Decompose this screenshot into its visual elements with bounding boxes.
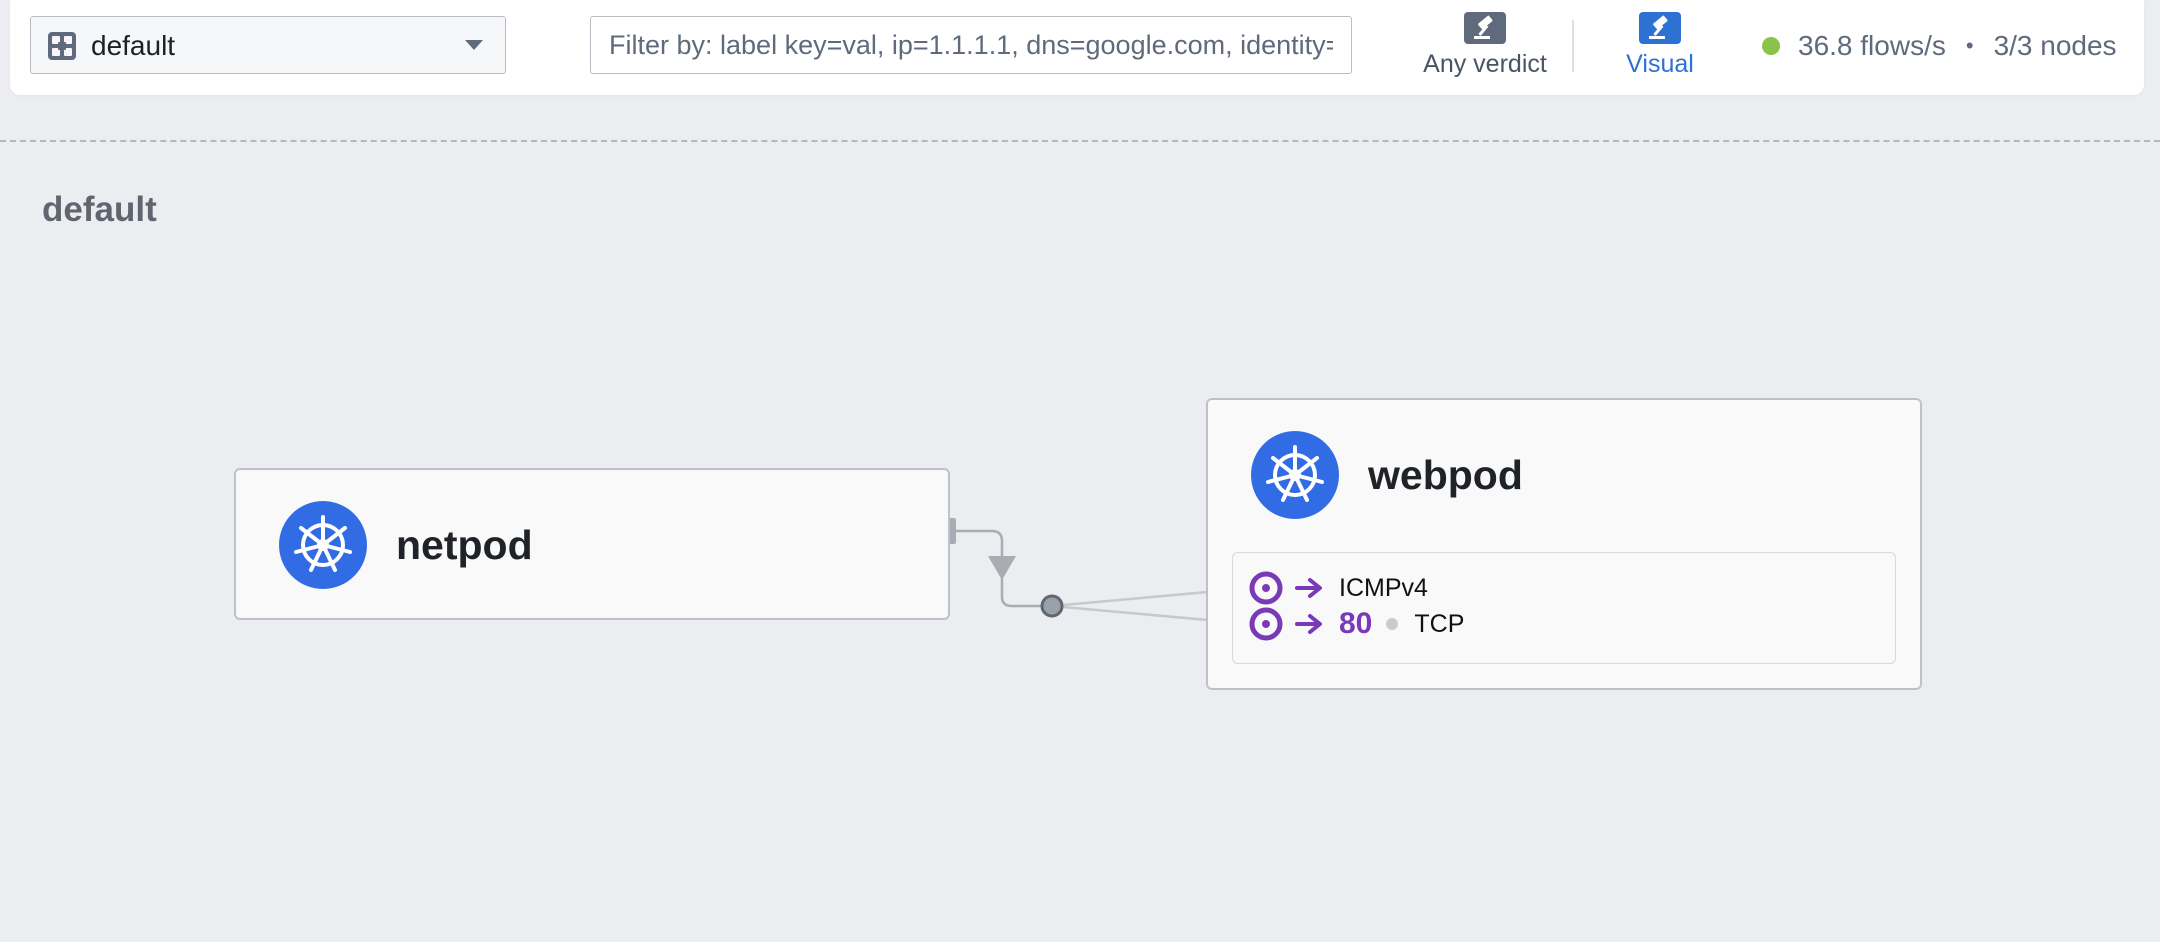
connector-path <box>952 529 1052 608</box>
target-icon <box>1249 571 1283 605</box>
visual-view-button[interactable]: Visual <box>1600 12 1720 84</box>
arrow-right-icon <box>1295 578 1322 598</box>
port-row[interactable]: ICMPv4 <box>1249 571 1428 605</box>
gavel-icon <box>1639 12 1681 44</box>
toolbar-divider <box>1572 20 1574 72</box>
visual-view-label: Visual <box>1626 50 1694 78</box>
kubernetes-icon <box>1251 431 1339 519</box>
namespace-divider <box>0 140 2160 142</box>
edge-junction <box>1040 594 1064 618</box>
namespace-select-label: default <box>91 30 176 61</box>
verdict-filter-button[interactable]: Any verdict <box>1390 12 1580 84</box>
flow-direction-arrow <box>988 556 1016 580</box>
nodes-count: 3/3 nodes <box>1993 30 2117 61</box>
port-protocol: ICMPv4 <box>1339 573 1428 602</box>
ports-list: ICMPv4 80 TCP <box>1232 552 1896 664</box>
verdict-filter-label: Any verdict <box>1423 50 1547 78</box>
target-icon <box>1249 607 1283 641</box>
flows-rate: 36.8 flows/s <box>1798 30 1946 61</box>
top-toolbar: default Any verdict Visual 36.8 flows/s … <box>10 0 2144 95</box>
namespace-select[interactable]: default <box>30 16 506 74</box>
service-title: webpod <box>1368 452 1523 498</box>
arrow-right-icon <box>1295 614 1322 634</box>
filter-input[interactable] <box>590 16 1352 74</box>
port-separator-dot <box>1386 618 1399 630</box>
service-title: netpod <box>396 522 533 568</box>
namespace-icon <box>48 32 76 60</box>
status-separator: • <box>1965 33 1974 58</box>
caret-down-icon <box>465 40 483 50</box>
port-number: 80 <box>1339 607 1373 640</box>
kubernetes-icon <box>279 501 367 589</box>
port-protocol: TCP <box>1414 609 1465 638</box>
status-dot <box>1762 37 1780 55</box>
namespace-title: default <box>42 190 157 229</box>
flow-status: 36.8 flows/s • 3/3 nodes <box>1762 28 2117 64</box>
port-row[interactable]: 80 TCP <box>1249 607 1464 641</box>
service-card-netpod[interactable]: netpod <box>234 468 950 620</box>
gavel-icon <box>1464 12 1506 44</box>
service-card-webpod[interactable]: webpod ICMPv4 80 TCP <box>1206 398 1922 690</box>
